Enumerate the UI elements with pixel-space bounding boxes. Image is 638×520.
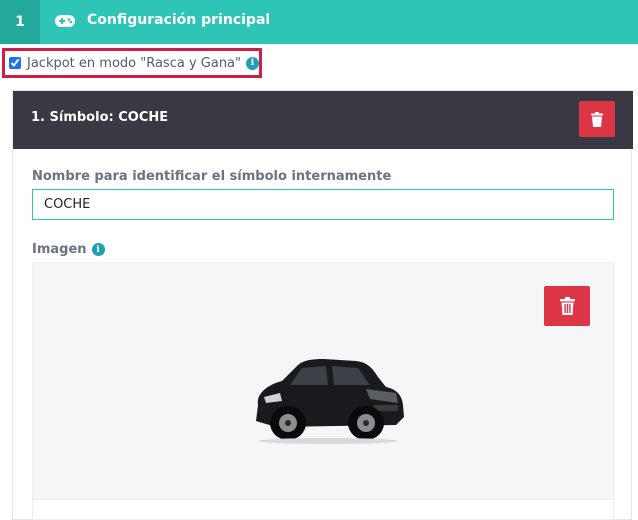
- info-icon[interactable]: i: [91, 243, 105, 256]
- trash-icon: [559, 297, 575, 315]
- image-area-footer: [32, 500, 614, 520]
- delete-symbol-button[interactable]: [579, 101, 615, 137]
- image-label-text: Imagen: [32, 242, 87, 257]
- jackpot-option: Jackpot en modo "Rasca y Gana" i: [2, 48, 262, 78]
- symbol-panel-header: 1. Símbolo: COCHE: [13, 91, 633, 149]
- info-icon[interactable]: i: [246, 56, 259, 70]
- header-title: Configuración principal: [87, 12, 271, 28]
- step-number: 1: [0, 0, 40, 44]
- jackpot-checkbox[interactable]: [9, 57, 21, 69]
- trash-icon: [591, 111, 603, 127]
- symbol-title: 1. Símbolo: COCHE: [31, 110, 169, 125]
- symbol-panel: 1. Símbolo: COCHE Nombre para identifica…: [12, 90, 633, 520]
- delete-image-button[interactable]: [544, 286, 590, 326]
- image-preview-area[interactable]: [32, 262, 614, 500]
- jackpot-label[interactable]: Jackpot en modo "Rasca y Gana": [27, 56, 241, 71]
- symbol-name-input[interactable]: [32, 189, 614, 220]
- name-field-label: Nombre para identificar el símbolo inter…: [32, 169, 392, 184]
- car-image: [256, 359, 404, 444]
- image-field-label: Imagen i: [32, 242, 105, 257]
- step-header[interactable]: 1 Configuración principal: [0, 0, 638, 44]
- gamepad-icon: [55, 15, 75, 27]
